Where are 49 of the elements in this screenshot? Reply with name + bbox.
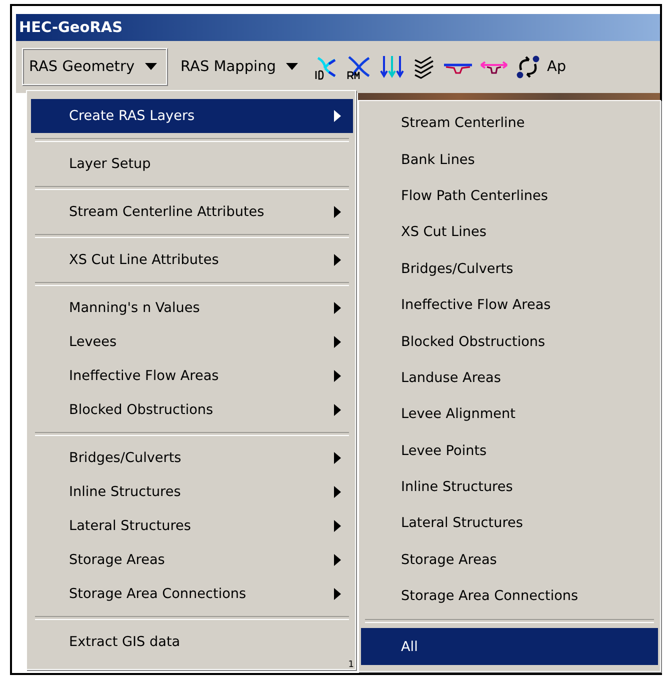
submenu-item[interactable]: Levee Alignment [361, 396, 658, 433]
submenu-arrow-icon [334, 588, 341, 600]
menu-item[interactable]: Bridges/Culverts [31, 441, 353, 475]
submenu-item[interactable]: Levee Points [361, 432, 658, 469]
menu-item[interactable]: Ineffective Flow Areas [31, 359, 353, 393]
menu-item[interactable]: Layer Setup [31, 147, 353, 181]
menu-item[interactable]: Create RAS Layers [31, 99, 353, 133]
dropdown-arrow-icon [144, 63, 157, 71]
submenu-arrow-icon [334, 486, 341, 498]
submenu-item[interactable]: Storage Area Connections [361, 578, 658, 614]
down-arrows-icon[interactable] [378, 54, 405, 80]
submenu-item[interactable]: Stream Centerline [361, 105, 658, 142]
submenu-arrow-icon [334, 206, 341, 218]
menu-item[interactable]: Extract GIS data [31, 625, 353, 659]
menu-item[interactable]: Stream Centerline Attributes [31, 195, 353, 229]
submenu-arrow-icon [334, 404, 341, 416]
submenu-arrow-icon [334, 554, 341, 566]
submenu-item[interactable]: Ineffective Flow Areas [361, 286, 658, 324]
submenu-item[interactable]: All [361, 628, 658, 665]
menu-item[interactable]: Storage Areas [31, 543, 353, 577]
submenu-arrow-icon [334, 302, 341, 314]
submenu-arrow-icon [334, 370, 341, 382]
submenu-item[interactable]: Landuse Areas [361, 360, 658, 396]
refresh-arrows-icon[interactable] [514, 54, 541, 80]
submenu-item[interactable]: Lateral Structures [361, 505, 658, 542]
menu-item[interactable]: XS Cut Line Attributes [31, 243, 353, 277]
window-title: HEC-GeoRAS [19, 20, 123, 36]
submenu-item[interactable]: Bank Lines [361, 141, 658, 178]
toolbar-menu-button[interactable]: RAS Geometry [22, 48, 168, 86]
menu-item[interactable]: Lateral Structures [31, 509, 353, 543]
menu-item[interactable]: Manning's n Values [31, 291, 353, 325]
submenu-item[interactable]: XS Cut Lines [361, 214, 658, 251]
submenu-arrow-icon [334, 254, 341, 266]
submenu-item[interactable]: Flow Path Centerlines [361, 178, 658, 214]
menu-item[interactable]: Inline Structures [31, 475, 353, 509]
submenu-arrow-icon [334, 110, 341, 122]
menu-item[interactable]: Blocked Obstructions [31, 393, 353, 427]
submenu-item[interactable]: Storage Areas [361, 542, 658, 578]
submenu-item[interactable]: Blocked Obstructions [361, 323, 658, 360]
menu-item[interactable]: Storage Area Connections [31, 577, 353, 611]
submenu-arrow-icon [334, 336, 341, 348]
submenu-item[interactable]: Bridges/Culverts [361, 250, 658, 287]
toolbar-label[interactable]: Ap [546, 59, 566, 75]
menu-item[interactable]: Levees [31, 325, 353, 359]
corner-mark: 1 [348, 660, 354, 670]
submenu-arrow-icon [334, 520, 341, 532]
submenu-item[interactable]: Inline Structures [361, 468, 658, 506]
dropdown-arrow-icon [286, 63, 298, 71]
submenu-arrow-icon [334, 452, 341, 464]
